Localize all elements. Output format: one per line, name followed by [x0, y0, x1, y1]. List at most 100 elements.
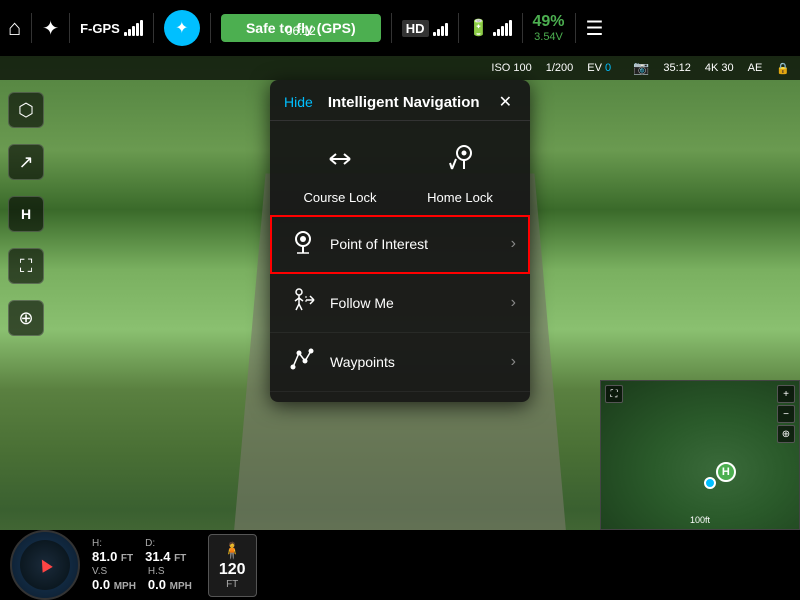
nav-icon: ⛶	[20, 256, 33, 277]
hd-bar-3	[441, 26, 444, 36]
flight-status-section: Safe to fly (GPS) 06:12	[221, 14, 381, 42]
compass-widget: ▲	[10, 530, 80, 600]
poi-icon	[284, 227, 322, 261]
divider-8	[575, 13, 576, 43]
mini-map-zoom-out[interactable]: −	[777, 405, 795, 423]
storage-icon: 📷	[633, 60, 649, 76]
divider-6	[458, 13, 459, 43]
sidebar-btn-nav[interactable]: ⛶	[8, 248, 44, 284]
course-lock-item[interactable]: Course Lock	[280, 131, 400, 215]
divider-3	[153, 13, 154, 43]
distance-value: 31.4 FT	[145, 549, 186, 564]
hd-section: HD	[402, 20, 448, 37]
telemetry-section: H: 81.0 FT D: 31.4 FT V.S 0.0 MPH H.S	[92, 538, 192, 592]
vspeed-item: V.S 0.0 MPH	[92, 566, 136, 592]
shutter-value: 1/200	[546, 62, 574, 74]
drone-icon: ✦	[42, 16, 59, 41]
home-point-icon: H	[21, 206, 31, 222]
follow-me-item[interactable]: Follow Me ›	[270, 274, 530, 333]
poi-label: Point of Interest	[330, 236, 511, 252]
hspeed-value: 0.0 MPH	[148, 577, 192, 592]
modal-grid: Course Lock Home Lock	[270, 121, 530, 215]
gps-section: F-GPS	[80, 20, 143, 36]
hd-label: HD	[402, 20, 429, 37]
sidebar-btn-home[interactable]: H	[8, 196, 44, 232]
altitude-value: 120	[219, 561, 246, 579]
waypoints-label: Waypoints	[330, 354, 511, 370]
flight-mode-indicator[interactable]: ✦	[164, 10, 200, 46]
iso-value: ISO 100	[491, 62, 531, 74]
point-of-interest-item[interactable]: Point of Interest ›	[270, 215, 530, 274]
compass-inner: ▲	[20, 540, 70, 590]
ev-label: EV 0	[587, 62, 611, 74]
mini-map-expand-btn[interactable]: ⛶	[605, 385, 623, 403]
distance-item: D: 31.4 FT	[145, 538, 186, 564]
ae-label: AE	[748, 62, 763, 74]
modal-list: Point of Interest ›	[270, 215, 530, 392]
speed-row: V.S 0.0 MPH H.S 0.0 MPH	[92, 566, 192, 592]
sidebar-btn-compass[interactable]: ⊕	[8, 300, 44, 336]
battery-signal-bars	[493, 20, 512, 36]
hspeed-unit: MPH	[170, 581, 192, 592]
height-value: 81.0 FT	[92, 549, 133, 564]
height-item: H: 81.0 FT	[92, 538, 133, 564]
bottom-status-bar: ▲ H: 81.0 FT D: 31.4 FT V.S 0.0 MPH	[0, 530, 800, 600]
bar-4	[136, 23, 139, 36]
waypoints-chevron: ›	[511, 353, 516, 371]
divider-4	[210, 13, 211, 43]
hd-signal-bars	[433, 20, 448, 36]
divider-2	[69, 13, 70, 43]
storage-time: 35:12	[663, 62, 691, 74]
bar-1	[124, 32, 127, 36]
mini-map-home-marker: H	[716, 462, 736, 482]
battery-percentage-section: 49% 3.54V	[533, 13, 565, 43]
course-lock-icon	[322, 141, 358, 184]
follow-me-icon	[284, 286, 322, 320]
bar-3	[132, 26, 135, 36]
compass-arrow-icon: ▲	[31, 550, 60, 580]
distance-unit: FT	[174, 553, 186, 564]
intelligent-navigation-modal: Hide Intelligent Navigation ✕ Course Loc…	[270, 80, 530, 402]
height-label: H:	[92, 538, 133, 549]
follow-me-label: Follow Me	[330, 295, 511, 311]
resolution: 4K 30	[705, 62, 734, 74]
modal-title: Intelligent Navigation	[321, 94, 487, 111]
modal-close-button[interactable]: ✕	[495, 92, 516, 112]
distance-label: D:	[145, 538, 186, 549]
menu-icon[interactable]: ☰	[586, 16, 604, 41]
home-lock-item[interactable]: Home Lock	[400, 131, 520, 215]
signal-bars	[124, 20, 143, 36]
mini-map-compass-btn[interactable]: ⊕	[777, 425, 795, 443]
divider-7	[522, 13, 523, 43]
mini-map-zoom-in[interactable]: +	[777, 385, 795, 403]
drone-section: ✦	[42, 16, 59, 41]
bat-bar-2	[497, 29, 500, 36]
lock-icon: 🔒	[776, 62, 790, 75]
battery-signal-section: 🔋	[469, 18, 512, 38]
sidebar-btn-return[interactable]: ↗	[8, 144, 44, 180]
battery-icon: 🔋	[469, 18, 489, 38]
vspeed-unit: MPH	[114, 581, 136, 592]
vspeed-label: V.S	[92, 566, 136, 577]
follow-me-chevron: ›	[511, 294, 516, 312]
waypoints-icon	[284, 345, 322, 379]
divider-1	[31, 13, 32, 43]
waypoints-item[interactable]: Waypoints ›	[270, 333, 530, 392]
mini-map: H 100ft + − ⊕ ⛶	[600, 380, 800, 530]
hd-bar-2	[437, 29, 440, 36]
camera-status-bar: ISO 100 1/200 EV 0 📷 35:12 4K 30 AE 🔒	[0, 56, 800, 80]
course-lock-label: Course Lock	[304, 190, 377, 205]
modal-hide-button[interactable]: Hide	[284, 94, 313, 110]
flight-timer: 06:12	[221, 24, 381, 38]
gps-label: F-GPS	[80, 21, 120, 36]
home-lock-icon	[442, 141, 478, 184]
divider-5	[391, 13, 392, 43]
return-icon: ↗	[18, 152, 33, 173]
home-icon[interactable]: ⌂	[8, 15, 21, 41]
sidebar-btn-obstacle[interactable]: ⬡	[8, 92, 44, 128]
altitude-person-icon: 🧍	[222, 541, 242, 561]
hd-bar-4	[445, 23, 448, 36]
mini-map-background: H 100ft + − ⊕ ⛶	[601, 381, 799, 529]
battery-percent: 49%	[533, 13, 565, 31]
battery-voltage: 3.54V	[534, 31, 563, 43]
